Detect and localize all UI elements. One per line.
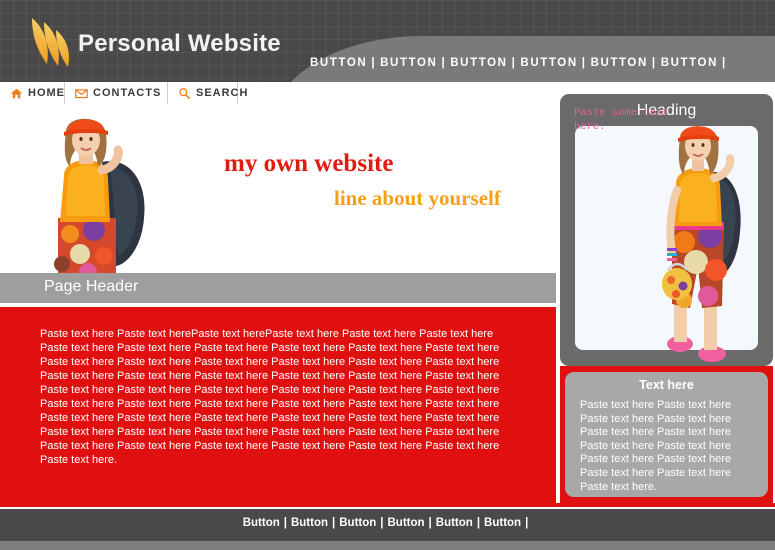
header-button-5[interactable]: BUTTON [591,57,648,69]
hero-girl-photo [24,106,169,273]
tab-home[interactable]: HOME [0,82,65,104]
page-root: Personal Website BUTTON | BUTTON | BUTTON | BU… [0,0,775,550]
tab-search[interactable]: SEARCH [168,82,247,104]
home-icon [10,88,23,98]
header-button-1[interactable]: BUTTON [310,57,367,69]
header-button-4[interactable]: BUTTON [520,57,577,69]
header-button-3[interactable]: BUTTON [450,57,507,69]
flames-logo-icon[interactable] [22,10,84,72]
header-sep-1: | [371,57,377,69]
header-button-6[interactable]: BUTTON [661,57,718,69]
hero-headline: my own website [224,150,394,177]
footer-bottom-bar [0,541,775,550]
footer-button-5[interactable]: Button [436,517,473,529]
right-sidebar: Heading Paste some text here. Text here … [560,94,773,503]
header-sep-5: | [651,57,657,69]
sidebar-panel-heading: Heading Paste some text here. [560,94,773,366]
hero-subheadline: line about yourself [334,186,501,210]
header-sep-2: | [441,57,447,69]
footer-sep-2: | [332,517,336,529]
footer-sep-6: | [525,517,529,529]
footer-button-nav: Button | Button | Button | Button | Button | Butto… [0,517,775,529]
brand-title: Personal Website [78,30,281,57]
footer-button-6[interactable]: Button [484,517,521,529]
sidebar-box2-title: Text here [639,378,694,392]
main-body-text: Paste text here Paste text herePaste tex… [40,328,500,466]
footer-sep-1: | [283,517,287,529]
magnifier-icon [179,87,191,99]
sidebar-box2-text: Paste text here Paste text here Paste te… [580,399,732,493]
envelope-icon [75,88,88,98]
footer-button-3[interactable]: Button [339,517,376,529]
header-sep-4: | [581,57,587,69]
tab-search-label: SEARCH [196,87,249,99]
footer-sep-5: | [476,517,481,529]
hero-section: my own website line about yourself [0,104,556,273]
tab-contacts[interactable]: CONTACTS [65,82,168,104]
footer-button-2[interactable]: Button [291,517,328,529]
header-button-2[interactable]: BUTTON [380,57,437,69]
footer-button-1[interactable]: Button [243,517,280,529]
footer-button-4[interactable]: Button [388,517,425,529]
header-sep-3: | [511,57,517,69]
page-header-bar: Page Header [0,273,556,303]
page-header-title: Page Header [44,278,139,295]
header-button-nav: BUTTON | BUTTON | BUTTON | BUTTON | BUTTON | BUTTO… [310,57,731,69]
main-content-block: Paste text here Paste text herePaste tex… [0,307,556,503]
sidebar-girl-photo [662,126,741,362]
footer-sep-4: | [428,517,432,529]
tab-home-label: HOME [28,87,65,99]
footer-sep-3: | [380,517,384,529]
site-footer: Button | Button | Button | Button | Button | Butto… [0,509,775,541]
sidebar-panel-text: Text here Paste text here Paste text her… [565,372,768,497]
header-sep-6: | [722,57,727,69]
site-header: Personal Website BUTTON | BUTTON | BUTTON | BU… [0,0,775,82]
tab-contacts-label: CONTACTS [93,87,162,99]
